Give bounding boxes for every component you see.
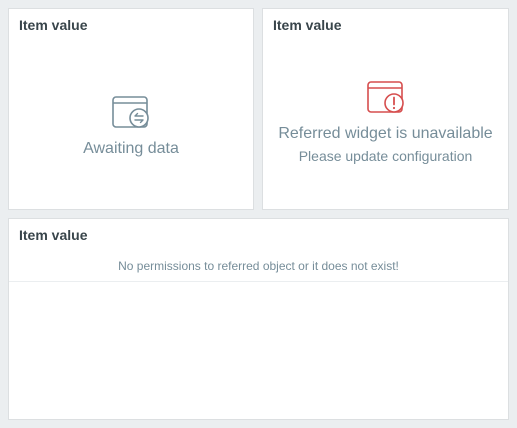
widget-title: Item value [19, 227, 88, 243]
item-value-widget-awaiting: Item value Awaiting data [8, 8, 254, 210]
item-value-widget-no-permission: Item value No permissions to referred ob… [8, 218, 509, 420]
widget-unavailable-title: Referred widget is unavailable [278, 125, 493, 142]
widget-divider [9, 281, 508, 282]
widget-title: Item value [273, 17, 342, 33]
widget-title: Item value [19, 17, 88, 33]
item-value-widget-unavailable: Item value Referred widget is unavailabl… [262, 8, 509, 210]
widget-unavailable-subtitle: Please update configuration [298, 148, 473, 164]
awaiting-data-icon [112, 96, 150, 130]
awaiting-data-text: Awaiting data [83, 140, 179, 157]
widget-unavailable-icon [366, 81, 405, 115]
no-permissions-message: No permissions to referred object or it … [118, 259, 399, 273]
